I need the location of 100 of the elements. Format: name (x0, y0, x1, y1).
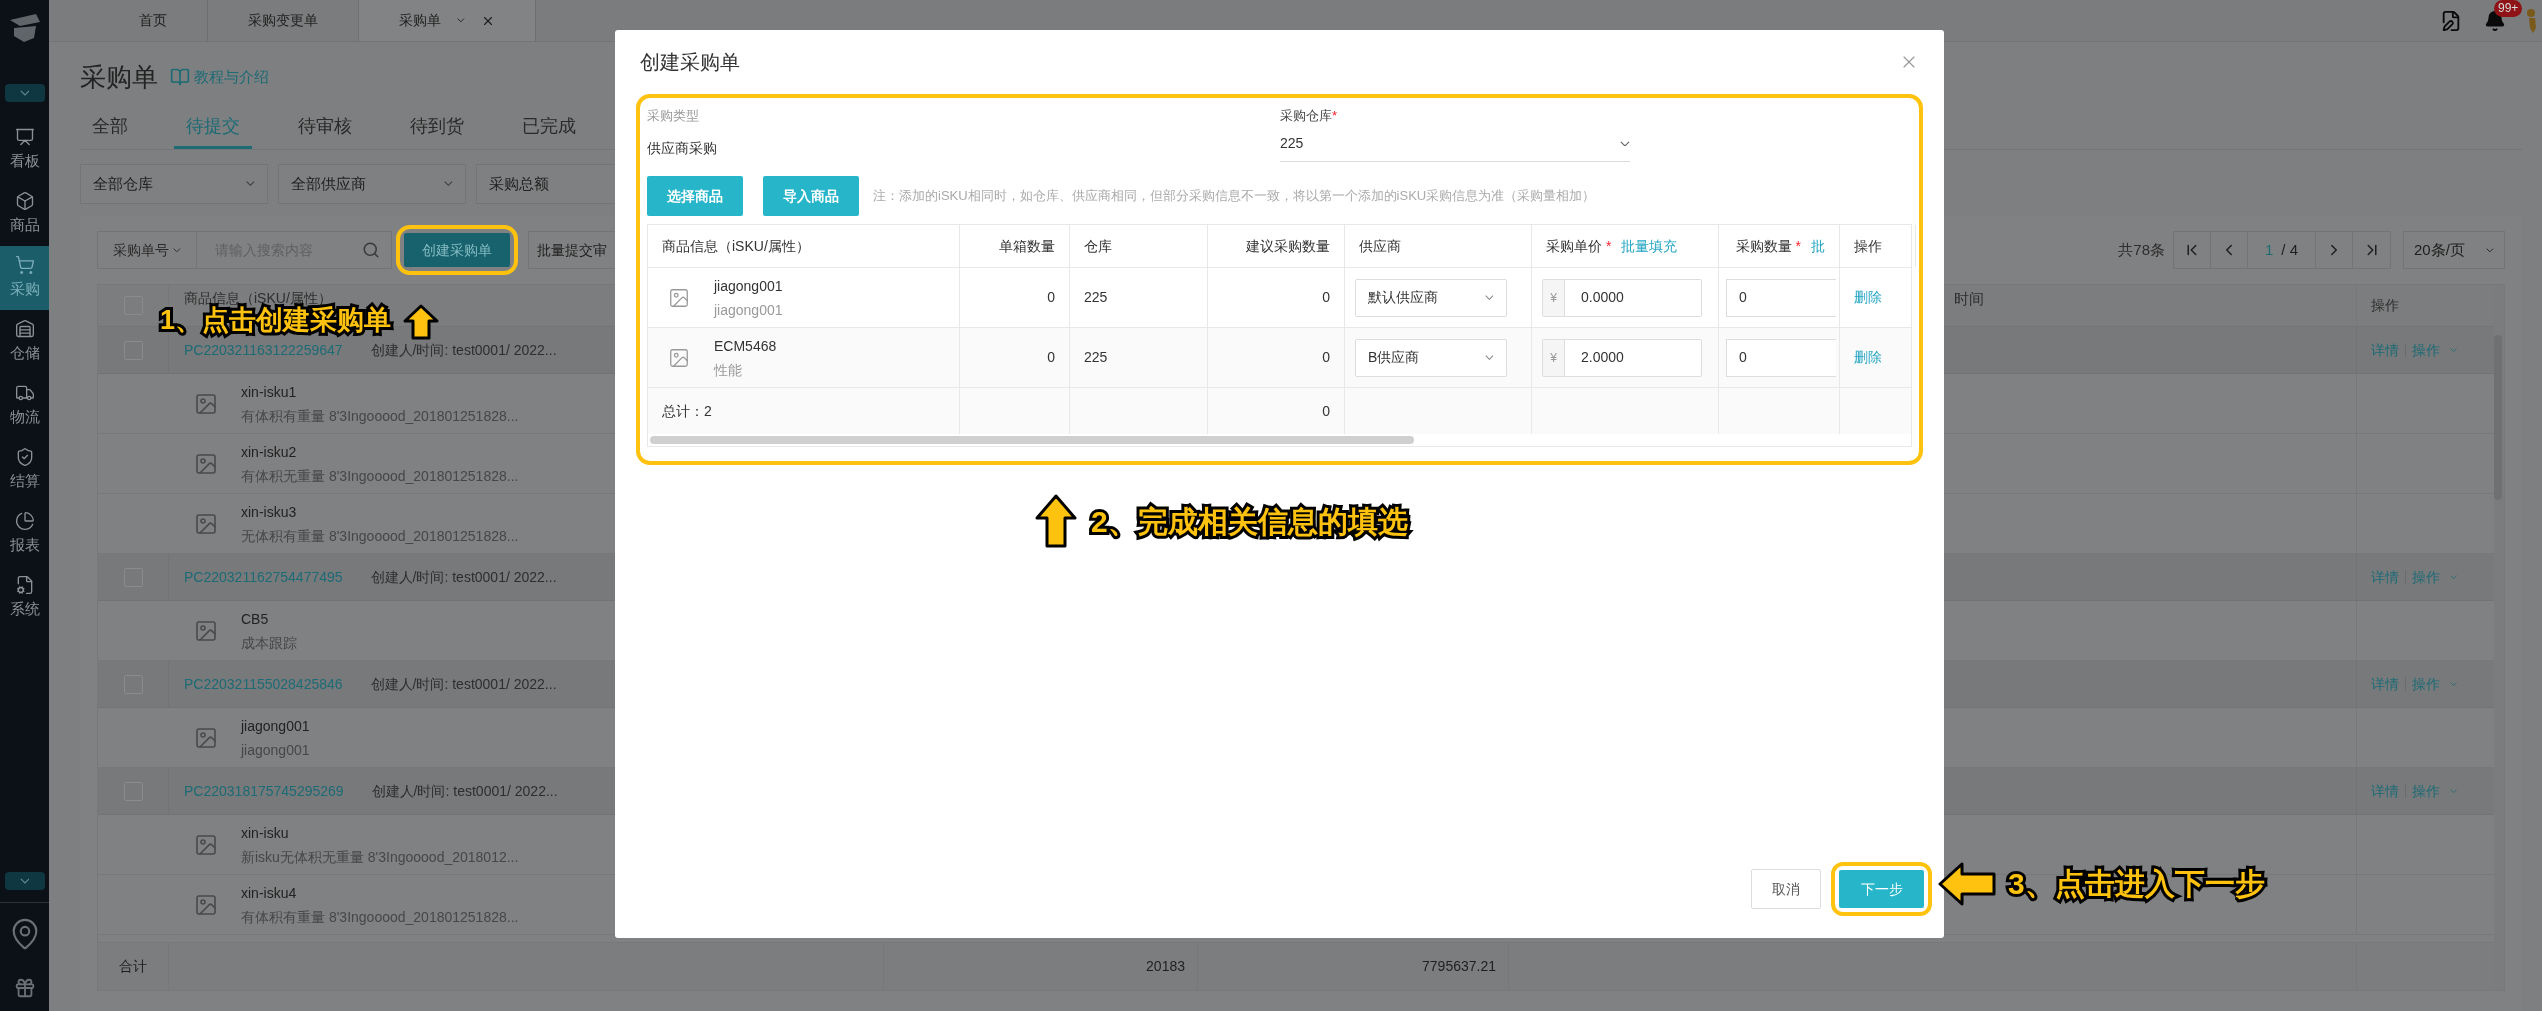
sidebar-icon (14, 319, 35, 340)
column-header: 单箱数量 (999, 236, 1055, 256)
sku-attribute: 有体积无重量 8'3Ingooood_201801251828... (241, 466, 519, 486)
creator-time: 创建人/时间: test0001/ 2022... (370, 674, 557, 694)
supplier-select[interactable]: B供应商 (1355, 338, 1507, 377)
sidebar-item[interactable]: 仓储 (0, 310, 49, 374)
bulk-fill-link[interactable]: 批 (1811, 235, 1825, 257)
sku-name: xin-isku (241, 823, 290, 843)
price-field[interactable]: ¥ 2.0000 (1542, 338, 1702, 377)
table-cell-text: 0 (1322, 401, 1330, 421)
search-icon[interactable] (362, 241, 380, 259)
annotation-text: 3、点击进入下一步 (2008, 868, 2265, 900)
sku-attribute: 有体积有重量 8'3Ingooood_201801251828... (241, 406, 519, 426)
sidebar-item[interactable]: 报表 (0, 502, 49, 566)
product-image-icon (194, 725, 218, 750)
column-header: 采购单价 * (1546, 236, 1612, 256)
delete-link[interactable]: 删除 (1854, 347, 1882, 368)
chevron-down-icon (1485, 354, 1494, 361)
status-tab[interactable]: 全部 (80, 113, 140, 149)
sku-attribute: jiagong001 (241, 740, 310, 760)
chevron-down-icon (19, 90, 30, 96)
status-tab[interactable]: 待到货 (398, 113, 476, 149)
sku-attribute: jiagong001 (714, 300, 783, 320)
horizontal-scrollbar-thumb[interactable] (650, 436, 1414, 444)
column-header: 建议采购数量 (1246, 236, 1330, 256)
chevron-down-icon (173, 247, 181, 253)
sku-name: xin-isku4 (241, 883, 298, 903)
field-label: 采购类型 (647, 107, 700, 125)
total-value: 20183 (1146, 957, 1185, 976)
sidebar-icon (14, 255, 35, 276)
field-value: 供应商采购 (647, 139, 718, 158)
field-label: 采购仓库* (1280, 107, 1339, 125)
dialog-title: 创建采购单 (640, 50, 740, 75)
up-arrow-icon (403, 304, 440, 340)
sku-attribute: 新isku无体积无重量 8'3Ingooood_2018012... (241, 847, 519, 867)
sidebar-item[interactable]: 结算 (0, 438, 49, 502)
search-type-select[interactable]: 采购单号 (97, 231, 197, 269)
creator-time: 创建人/时间: test0001/ 2022... (370, 567, 557, 587)
quantity-field[interactable]: 0 (1726, 338, 1836, 377)
sidebar-item[interactable]: 看板 (0, 118, 49, 182)
table-cell-text: 0 (1047, 288, 1055, 307)
column-header: 采购数量 * (1735, 236, 1801, 256)
column-header: 时间 (1954, 289, 1984, 309)
expand-toggle[interactable] (4, 872, 45, 890)
filter-select[interactable]: 全部供应商 (278, 164, 466, 204)
note-icon[interactable] (2440, 9, 2462, 32)
status-tab[interactable]: 待审核 (286, 113, 364, 149)
annotation-text: 2、完成相关信息的填选 (1091, 503, 1408, 540)
action-button[interactable]: 选择商品 (647, 176, 743, 216)
product-image-icon (194, 511, 218, 536)
book-icon (170, 67, 190, 87)
column-header: 仓库 (1084, 236, 1112, 256)
table-cell-text: 225 (1084, 348, 1108, 367)
supplier-select[interactable]: 默认供应商 (1355, 278, 1507, 317)
product-image-icon (194, 451, 218, 476)
page-tab[interactable]: 采购单 (359, 0, 536, 41)
chevron-down-icon (2450, 681, 2458, 687)
cancel-button[interactable]: 取消 (1751, 869, 1821, 909)
price-field[interactable]: ¥ 0.0000 (1542, 278, 1702, 317)
chevron-down-icon (2450, 347, 2458, 353)
product-image-icon (194, 618, 218, 643)
sidebar-icon (14, 127, 35, 148)
sidebar-item[interactable]: 商品 (0, 182, 49, 246)
total-count: 共78条 (2118, 239, 2165, 260)
gift-icon[interactable] (13, 977, 36, 999)
page-count: / 4 (2281, 239, 2298, 260)
status-tab[interactable]: 已完成 (510, 113, 588, 149)
creator-time: 创建人/时间: test0001/ 2022... (370, 340, 557, 360)
table-cell-text: 225 (1084, 288, 1108, 307)
table-cell-text: 0 (1047, 348, 1055, 367)
up-arrow-icon (1035, 494, 1077, 548)
currency-symbol: ¥ (1543, 279, 1565, 316)
column-header: 商品信息（iSKU/属性） (662, 236, 810, 256)
sidebar-icon (14, 575, 35, 596)
sidebar-item[interactable]: 系统 (0, 566, 49, 630)
sidebar-item[interactable]: 物流 (0, 374, 49, 438)
sku-name: jiagong001 (241, 716, 310, 736)
product-image-icon (668, 346, 690, 369)
create-order-button[interactable]: 创建采购单 (404, 233, 510, 267)
action-button[interactable]: 导入商品 (763, 176, 859, 216)
next-step-button[interactable]: 下一步 (1839, 870, 1924, 908)
quantity-field[interactable]: 0 (1726, 278, 1836, 317)
notification-badge: 99+ (2494, 0, 2523, 17)
chevron-down-icon (457, 18, 465, 23)
page-tab[interactable]: 首页 (99, 0, 208, 41)
page-size-select[interactable]: 20条/页 (2403, 231, 2505, 269)
table-cell-text: 0 (1322, 288, 1330, 307)
filter-select[interactable]: 全部仓库 (80, 164, 268, 204)
sidebar-item[interactable]: 采购 (0, 246, 49, 310)
sku-name: xin-isku3 (241, 502, 298, 522)
chevron-down-icon (1485, 294, 1494, 301)
column-header: 操作 (1854, 236, 1882, 256)
column-header: 供应商 (1359, 236, 1401, 256)
table-cell-text: 0 (1322, 348, 1330, 367)
chevron-down-icon (2450, 788, 2458, 794)
warehouse-select[interactable]: 225 (1280, 126, 1630, 162)
bulk-fill-link[interactable]: 批量填充 (1621, 235, 1678, 257)
delete-link[interactable]: 删除 (1854, 287, 1882, 308)
chevron-down-icon (246, 181, 255, 187)
collapse-toggle[interactable] (4, 84, 45, 102)
